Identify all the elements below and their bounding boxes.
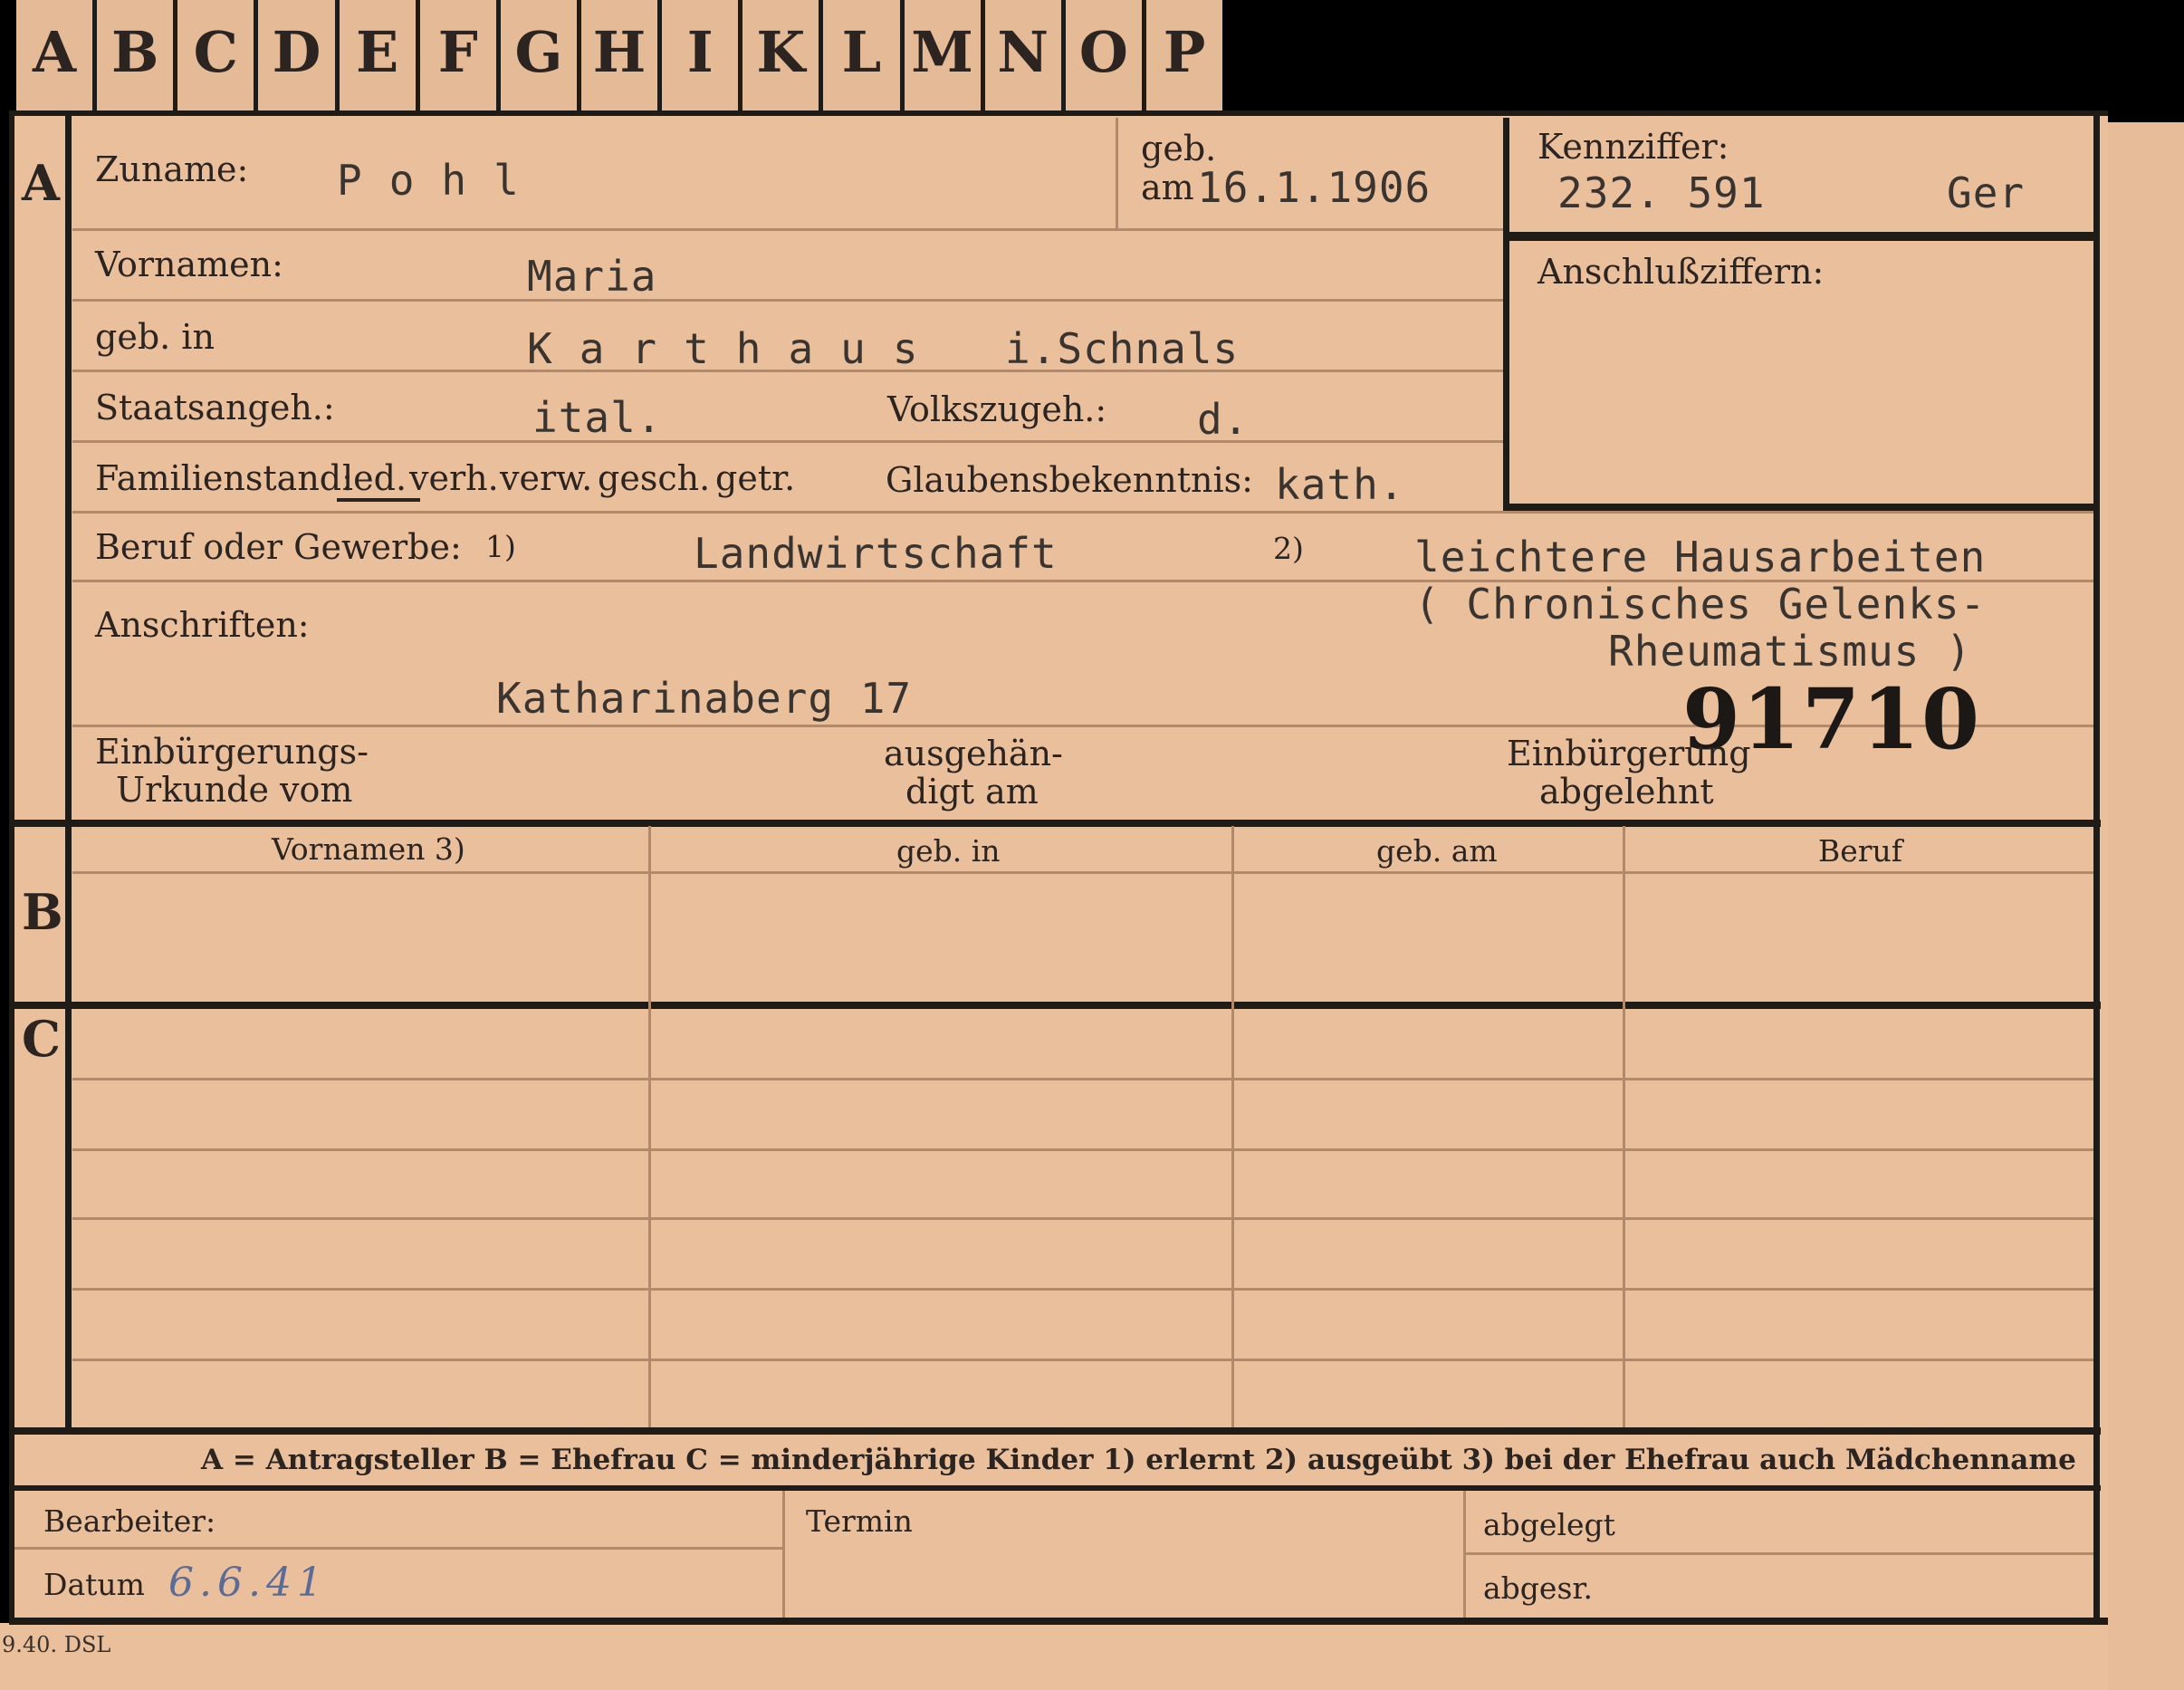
occupation-label: Beruf oder Gewerbe: [95, 527, 462, 567]
occupation-practiced-line2: ( Chronisches Gelenks- [1414, 580, 1987, 629]
index-tab-k: K [738, 0, 819, 110]
occupation-learned-value: Landwirtschaft [694, 529, 1058, 578]
marital-option-divorced: gesch. [598, 458, 711, 498]
legend: A = Antragsteller B = Ehefrau C = minder… [201, 1444, 2076, 1476]
reference-suffix: Ger [1947, 168, 2026, 217]
ethnicity-label: Volkszugeh.: [887, 389, 1107, 429]
naturalization-certificate-label-2: Urkunde vom [116, 770, 353, 810]
index-tab-i: I [657, 0, 739, 110]
filed-label: abgelegt [1483, 1507, 1615, 1542]
occupation-footnote-1: 1) [485, 529, 516, 564]
deadline-label: Termin [806, 1503, 913, 1539]
card-right-margin [2108, 122, 2184, 1690]
index-tab-o: O [1060, 0, 1142, 110]
print-code: 9.40. DSL [2, 1632, 111, 1657]
religion-label: Glaubensbekenntnis: [886, 460, 1253, 500]
index-tab-b: B [92, 0, 174, 110]
card-lower-margin [0, 1623, 2184, 1690]
date-label: Datum [43, 1567, 145, 1602]
first-names-label: Vornamen: [95, 245, 283, 284]
reference-number-value: 232. 591 [1557, 168, 1766, 217]
spouse-birthplace-header: geb. in [896, 833, 1001, 869]
handed-over-label-1: ausgehän- [884, 734, 1063, 773]
birthdate-value: 16.1.1906 [1197, 163, 1432, 212]
index-tab-l: L [819, 0, 900, 110]
date-handwritten-value: 6.6.41 [168, 1560, 328, 1606]
marital-option-married: verh. [409, 458, 499, 498]
index-tab-m: M [899, 0, 981, 110]
clerk-label: Bearbeiter: [43, 1503, 216, 1539]
birthplace-value: Karthaus [527, 324, 945, 373]
occupation-practiced-line3: Rheumatismus ) [1608, 627, 1972, 676]
spouse-birthdate-header: geb. am [1376, 833, 1498, 869]
religion-value: kath. [1275, 460, 1405, 509]
birthplace-extra: i.Schnals [1005, 324, 1240, 373]
occupation-footnote-2: 2) [1273, 531, 1304, 566]
address-value: Katharinaberg 17 [496, 674, 913, 723]
naturalization-certificate-label-1: Einbürgerungs- [95, 732, 369, 772]
occupation-practiced-line1: leichtere Hausarbeiten [1414, 533, 1987, 581]
marital-option-single: led. [342, 458, 407, 498]
index-tab-g: G [495, 0, 577, 110]
section-b-label: B [22, 883, 63, 941]
section-a-label: A [22, 154, 60, 212]
index-tab-n: N [980, 0, 1061, 110]
first-names-value: Maria [527, 252, 657, 301]
index-tab-e: E [334, 0, 416, 110]
naturalization-refused-label-2: abgelehnt [1539, 772, 1714, 811]
birthplace-label: geb. in [95, 317, 215, 357]
index-tab-h: H [576, 0, 658, 110]
sent-label: abgesr. [1483, 1570, 1594, 1606]
reference-number-label: Kennziffer: [1537, 127, 1729, 167]
index-tab-strip: ABCDEFGHIKLMNOP [16, 0, 1223, 110]
handed-over-label-2: digt am [905, 772, 1039, 811]
section-c-label: C [22, 1010, 61, 1068]
index-tab-a: A [16, 0, 93, 110]
index-tab-f: F [415, 0, 496, 110]
surname-value: Pohl [337, 156, 546, 205]
naturalization-refused-label-1: Einbürgerung [1507, 734, 1751, 773]
citizenship-value: ital. [532, 393, 663, 442]
marital-option-separated: getr. [715, 458, 796, 498]
spouse-occupation-header: Beruf [1818, 833, 1903, 869]
index-tab-c: C [173, 0, 254, 110]
index-tab-p: P [1141, 0, 1223, 110]
spouse-first-names-header: Vornamen 3) [272, 831, 465, 867]
ethnicity-value: d. [1197, 395, 1250, 444]
marital-status-label: Familienstand: [95, 458, 353, 498]
linked-numbers-label: Anschlußziffern: [1537, 252, 1825, 292]
birthdate-label-bottom: am [1141, 168, 1194, 207]
surname-label: Zuname: [95, 149, 249, 189]
addresses-label: Anschriften: [95, 605, 310, 645]
index-tab-d: D [254, 0, 335, 110]
citizenship-label: Staatsangeh.: [95, 388, 335, 427]
marital-option-widowed: verw. [500, 458, 593, 498]
marital-selected-underline [337, 498, 420, 502]
